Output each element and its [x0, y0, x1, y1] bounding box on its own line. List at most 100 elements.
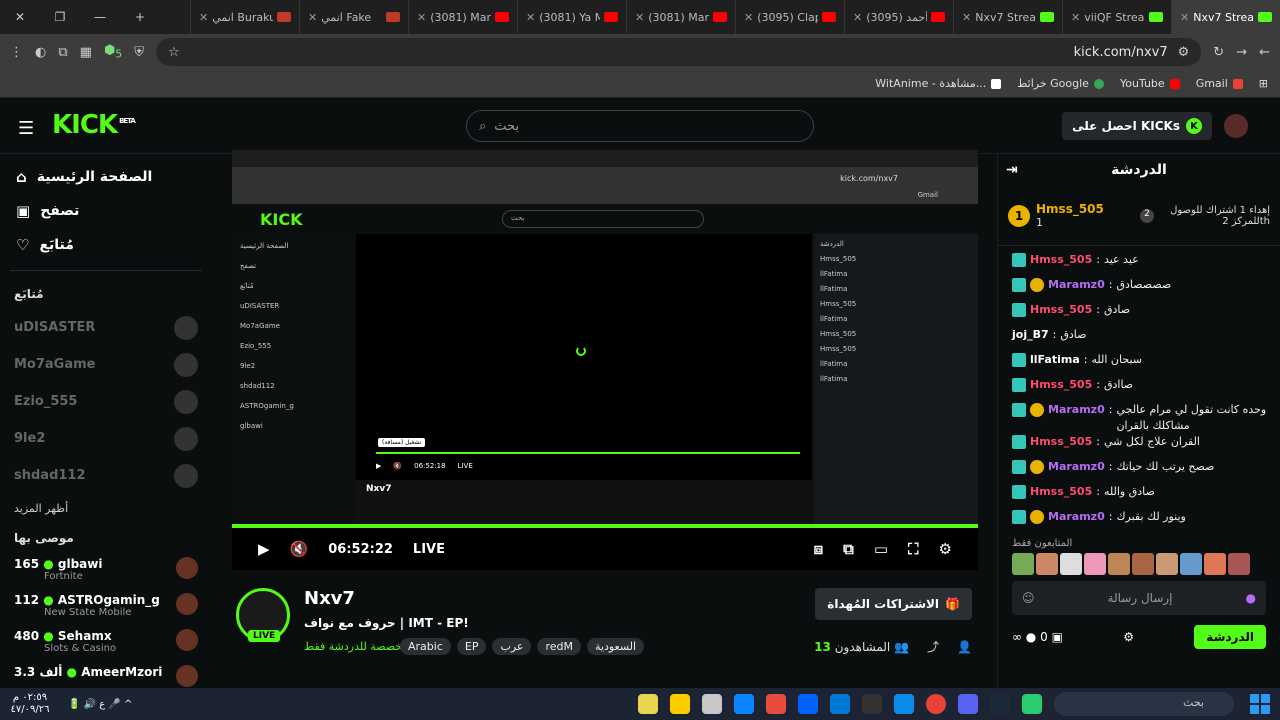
tab-9[interactable]: ✕ انمي Buraku — [190, 0, 299, 34]
gift-subs-button[interactable]: الاشتراكات المُهداة 🎁 — [815, 588, 972, 620]
sidebar-item-following[interactable]: مُتابَع ♡ — [0, 228, 212, 262]
apps-grid-icon[interactable]: ⊞ — [1259, 77, 1268, 90]
back-icon[interactable]: ← — [1259, 45, 1270, 60]
tab-2[interactable]: ✕ Nxv7 Strea — [953, 0, 1062, 34]
sidebar-following-0[interactable]: uDISASTER — [0, 309, 212, 346]
chat-username[interactable]: Maramz0 — [1048, 402, 1105, 418]
close-tab-icon[interactable]: ✕ — [962, 11, 971, 24]
close-tab-icon[interactable]: ✕ — [199, 11, 208, 24]
sidebar-recommended-0[interactable]: 165 ● glbawi Fortnite — [0, 553, 212, 589]
subscriber-avatar[interactable] — [1060, 553, 1082, 575]
bookmark-gmail[interactable]: Gmail — [1196, 77, 1243, 90]
mute-icon[interactable]: 🔇 — [290, 540, 309, 558]
subscriber-avatar[interactable] — [1156, 553, 1178, 575]
extension-icon[interactable]: ▦ — [80, 45, 92, 60]
subscriber-avatar[interactable] — [1204, 553, 1226, 575]
extension-icon[interactable]: ◐ — [35, 45, 46, 60]
restore-window-icon[interactable]: ❐ — [40, 10, 80, 24]
sidebar-recommended-1[interactable]: 112 ● ASTROgamin_g New State Mobile — [0, 589, 212, 625]
close-tab-icon[interactable]: ✕ — [1180, 11, 1189, 24]
dropbox-icon[interactable] — [798, 694, 818, 714]
tab-1[interactable]: ✕ viiQF Strea — [1062, 0, 1171, 34]
windows-start-icon[interactable] — [1250, 694, 1270, 714]
app-icon[interactable] — [638, 694, 658, 714]
close-window-icon[interactable]: ✕ — [0, 10, 40, 24]
url-text[interactable]: kick.com/nxv7 — [190, 45, 1168, 60]
close-tab-icon[interactable]: ✕ — [744, 11, 753, 24]
clip-icon[interactable]: ⧈ — [814, 540, 824, 558]
chat-settings-icon[interactable]: ⚙ — [1123, 630, 1134, 644]
reload-icon[interactable]: ↻ — [1213, 45, 1224, 60]
theater-mode-icon[interactable]: ▭ — [874, 540, 888, 558]
tag-3[interactable]: redM — [537, 638, 581, 655]
chat-username[interactable]: Maramz0 — [1048, 277, 1105, 293]
collapse-chat-icon[interactable]: ⇥ — [1006, 162, 1018, 178]
sidebar-recommended-2[interactable]: 480 ● Sehamx Slots & Casino — [0, 625, 212, 661]
subscriber-avatar[interactable] — [1180, 553, 1202, 575]
tag-2[interactable]: عرب — [492, 638, 532, 655]
microphone-icon[interactable]: ● — [1246, 591, 1256, 605]
steam-icon[interactable] — [990, 694, 1010, 714]
forward-icon[interactable]: → — [1236, 45, 1247, 60]
menu-icon[interactable]: ☰ — [18, 118, 34, 139]
app-icon[interactable] — [734, 694, 754, 714]
send-chat-button[interactable]: الدردشة — [1194, 625, 1266, 649]
bookmark-star-icon[interactable]: ☆ — [168, 45, 180, 60]
chat-input[interactable]: ☺ إرسال رسالة ● — [1012, 581, 1266, 615]
play-icon[interactable]: ▶ — [258, 540, 270, 558]
miniplayer-icon[interactable]: ⧉ — [843, 540, 854, 558]
settings-icon[interactable]: ⚙ — [939, 540, 952, 558]
follow-icon[interactable]: 👤 — [957, 640, 972, 654]
user-avatar[interactable] — [1224, 114, 1248, 138]
app-icon[interactable] — [702, 694, 722, 714]
emoji-icon[interactable]: ☺ — [1022, 591, 1035, 605]
subscriber-avatar[interactable] — [1084, 553, 1106, 575]
epic-games-icon[interactable] — [862, 694, 882, 714]
subscriber-avatar[interactable] — [1132, 553, 1154, 575]
tab-3[interactable]: ✕ (3095) أحمد — [844, 0, 953, 34]
taskbar-search[interactable]: بحث — [1054, 692, 1234, 716]
video-player[interactable]: kick.com/nxv7 Gmail KICK بحث الصفحة الرئ… — [232, 150, 978, 570]
extension-badge-icon[interactable]: ⬢5 — [104, 43, 122, 61]
subscriber-avatar[interactable] — [1228, 553, 1250, 575]
chat-username[interactable]: Hmss_505 — [1030, 377, 1092, 393]
tab-8[interactable]: ✕ انمي Fake — [299, 0, 408, 34]
tab-4[interactable]: ✕ (3095) Clap — [735, 0, 844, 34]
minimize-window-icon[interactable]: — — [80, 10, 120, 24]
chat-username[interactable]: Hmss_505 — [1030, 252, 1092, 268]
system-tray-icons[interactable]: 🔋 🔊 ع 🎤 ^ — [68, 699, 132, 710]
new-tab-icon[interactable]: + — [120, 10, 160, 24]
puzzle-icon[interactable]: ⧉ — [58, 45, 67, 60]
tag-1[interactable]: EP — [456, 638, 487, 655]
search-input[interactable]: ⌕ بحث — [466, 110, 814, 142]
chat-username[interactable]: Maramz0 — [1048, 509, 1105, 525]
omnibox[interactable]: ☆ kick.com/nxv7 ⚙ — [155, 38, 1202, 66]
close-tab-icon[interactable]: ✕ — [853, 11, 862, 24]
tag-4[interactable]: السعودية — [587, 638, 645, 655]
sidebar-item-home[interactable]: الصفحة الرئيسية ⌂ — [0, 160, 212, 194]
taskbar-clock[interactable]: ٠٢:٥٩ م ٤٧/٠٩/٢٦ — [0, 692, 60, 716]
edge-icon[interactable] — [894, 694, 914, 714]
tab-0[interactable]: ✕ Nxv7 Strea — [1171, 0, 1280, 34]
chat-username[interactable]: Hmss_505 — [1030, 434, 1092, 450]
chat-username[interactable]: Hmss_505 — [1030, 302, 1092, 318]
discord-icon[interactable] — [958, 694, 978, 714]
sidebar-following-2[interactable]: Ezio_555 — [0, 383, 212, 420]
bookmark-maps[interactable]: خرائط Google — [1017, 77, 1104, 90]
bookmark-youtube[interactable]: YouTube — [1120, 77, 1180, 90]
chat-username[interactable]: joj_B7 — [1012, 327, 1049, 343]
shield-icon[interactable]: ⛨ — [134, 45, 144, 60]
chat-username[interactable]: Hmss_505 — [1030, 484, 1092, 500]
live-label[interactable]: LIVE — [413, 542, 445, 557]
get-kicks-button[interactable]: احصل على KICKs K — [1062, 112, 1212, 140]
show-more-link[interactable]: أظهر المزيد — [0, 494, 212, 523]
chat-username[interactable]: Maramz0 — [1048, 459, 1105, 475]
menu-dots-icon[interactable]: ⋮ — [10, 45, 23, 60]
fullscreen-icon[interactable]: ⛶ — [908, 540, 919, 558]
site-settings-icon[interactable]: ⚙ — [1178, 45, 1190, 60]
tab-6[interactable]: ✕ (3081) Ya M — [517, 0, 626, 34]
tab-7[interactable]: ✕ (3081) Mar — [408, 0, 517, 34]
bookmark-witanime[interactable]: WitAnime - مشاهدة... — [875, 77, 1002, 90]
tab-5[interactable]: ✕ (3081) Mar — [626, 0, 735, 34]
chrome-icon[interactable] — [926, 694, 946, 714]
